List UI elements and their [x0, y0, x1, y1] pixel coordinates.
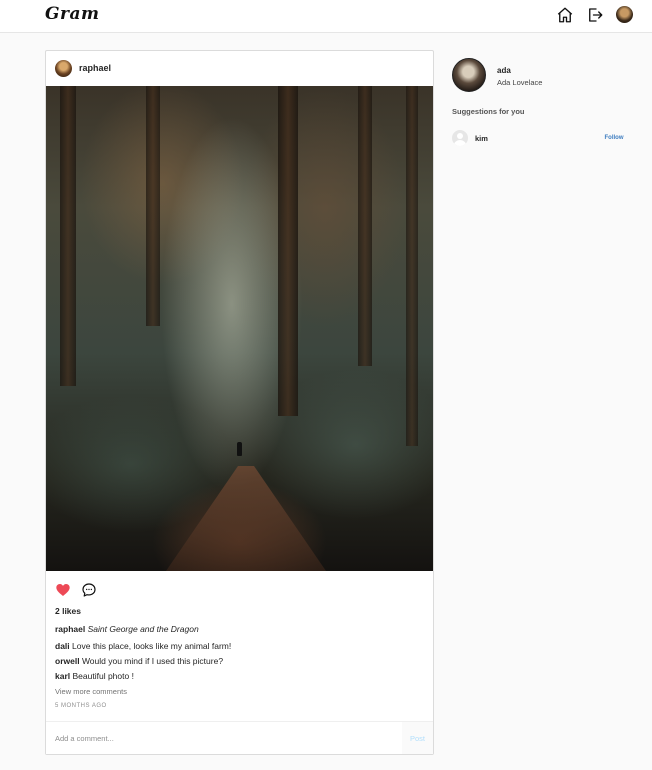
walker-figure	[237, 442, 242, 456]
post-comment-button[interactable]: Post	[402, 722, 433, 754]
profile-avatar[interactable]	[616, 6, 633, 23]
forest-path	[166, 466, 326, 571]
tree-trunk	[358, 86, 372, 366]
app-logo[interactable]: Gram	[45, 4, 99, 24]
caption-username[interactable]: raphael	[55, 624, 85, 634]
post-header: raphael	[46, 51, 433, 86]
comment-input[interactable]	[46, 722, 402, 754]
comment-item: dali Love this place, looks like my anim…	[55, 641, 231, 651]
comment-username[interactable]: karl	[55, 671, 70, 681]
current-user-avatar[interactable]	[452, 58, 486, 92]
comment-text: Love this place, looks like my animal fa…	[72, 641, 232, 651]
post-author-username[interactable]: raphael	[79, 63, 111, 73]
tree-trunk	[146, 86, 160, 326]
post-timestamp: 5 MONTHS AGO	[55, 703, 107, 709]
post-actions	[46, 571, 433, 601]
likes-count[interactable]: 2 likes	[55, 606, 81, 616]
caption-text: Saint George and the Dragon	[87, 624, 199, 634]
logout-icon[interactable]	[586, 6, 604, 24]
top-bar: Gram	[0, 0, 652, 33]
comment-text: Beautiful photo !	[72, 671, 134, 681]
comment-username[interactable]: dali	[55, 641, 70, 651]
post-card: raphael 2 likes raphael Saint George and…	[45, 50, 434, 755]
tree-trunk	[406, 86, 418, 446]
heart-icon[interactable]	[55, 582, 71, 598]
post-photo[interactable]	[46, 86, 433, 571]
post-author-avatar[interactable]	[55, 60, 72, 77]
suggestion-username[interactable]: kim	[475, 134, 488, 143]
comment-item: orwell Would you mind if I used this pic…	[55, 656, 223, 666]
home-icon[interactable]	[556, 6, 574, 24]
comment-text: Would you mind if I used this picture?	[81, 656, 224, 666]
comment-icon[interactable]	[81, 582, 97, 598]
current-user-fullname: Ada Lovelace	[497, 78, 543, 87]
suggestion-avatar[interactable]	[452, 130, 468, 146]
post-caption: raphael Saint George and the Dragon	[55, 624, 199, 634]
suggestions-heading: Suggestions for you	[452, 107, 525, 116]
tree-trunk	[60, 86, 76, 386]
tree-trunk	[278, 86, 298, 416]
current-user-username[interactable]: ada	[497, 66, 511, 75]
comment-username[interactable]: orwell	[55, 656, 80, 666]
view-more-comments-link[interactable]: View more comments	[55, 687, 127, 696]
comment-item: karl Beautiful photo !	[55, 671, 134, 681]
comment-bar: Post	[46, 721, 433, 754]
follow-button[interactable]: Follow	[598, 132, 630, 144]
